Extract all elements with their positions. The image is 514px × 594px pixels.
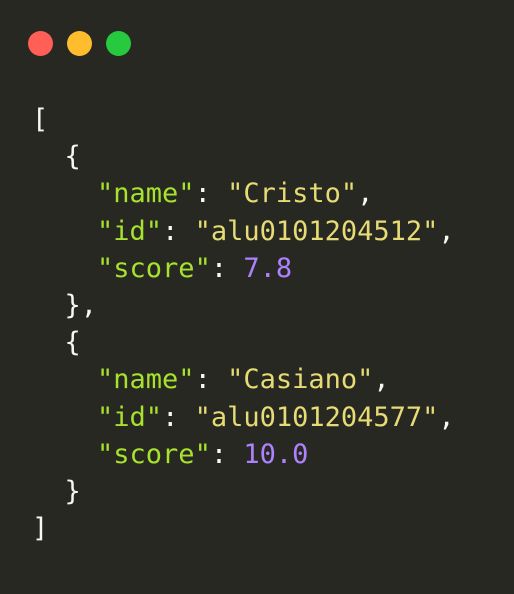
json-punctuation: : (210, 438, 244, 470)
code-line: { (32, 324, 455, 361)
json-punctuation: , (438, 401, 455, 433)
json-punctuation: , (438, 215, 455, 247)
json-key: "id" (97, 401, 163, 433)
json-punctuation: , (357, 178, 374, 210)
json-string: "Casiano" (227, 364, 374, 396)
json-punctuation (32, 364, 97, 395)
json-key: "name" (97, 364, 195, 396)
json-punctuation: : (162, 215, 195, 247)
json-punctuation (32, 402, 97, 433)
json-number: 7.8 (243, 252, 293, 284)
code-line: }, (32, 287, 455, 324)
json-punctuation: : (162, 401, 195, 433)
code-line: "id": "alu0101204577", (32, 399, 455, 436)
json-punctuation (32, 439, 97, 470)
code-line: "name": "Cristo", (32, 175, 455, 212)
code-line: "name": "Casiano", (32, 361, 455, 398)
json-key: "name" (97, 178, 195, 210)
code-line: ] (32, 510, 455, 547)
json-punctuation: : (210, 252, 244, 284)
json-key: "score" (97, 438, 211, 470)
window-controls (28, 31, 131, 56)
json-string: "alu0101204577" (194, 401, 439, 433)
code-line: "id": "alu0101204512", (32, 213, 455, 250)
json-punctuation: { (32, 327, 81, 359)
json-number: 10.0 (243, 438, 309, 470)
json-key: "score" (97, 252, 211, 284)
code-line: { (32, 138, 455, 175)
json-punctuation: } (32, 475, 81, 507)
code-window: [ { "name": "Cristo", "id": "alu01012045… (0, 0, 514, 594)
json-key: "id" (97, 215, 163, 247)
code-line: [ (32, 101, 455, 138)
code-block: [ { "name": "Cristo", "id": "alu01012045… (32, 101, 455, 547)
code-line: } (32, 473, 455, 510)
close-dot-icon[interactable] (28, 31, 53, 56)
json-punctuation: { (32, 141, 81, 173)
code-line: "score": 7.8 (32, 250, 455, 287)
json-punctuation (32, 178, 97, 209)
json-punctuation: : (194, 364, 228, 396)
json-punctuation: [ (32, 104, 49, 135)
json-punctuation: , (373, 364, 390, 396)
json-punctuation (32, 216, 97, 247)
minimize-dot-icon[interactable] (67, 31, 92, 56)
json-punctuation: : (194, 178, 228, 210)
json-string: "alu0101204512" (194, 215, 439, 247)
code-line: "score": 10.0 (32, 436, 455, 473)
json-string: "Cristo" (227, 178, 358, 210)
maximize-dot-icon[interactable] (106, 31, 131, 56)
json-punctuation (32, 253, 97, 284)
json-punctuation: }, (32, 289, 98, 321)
json-punctuation: ] (32, 513, 49, 545)
